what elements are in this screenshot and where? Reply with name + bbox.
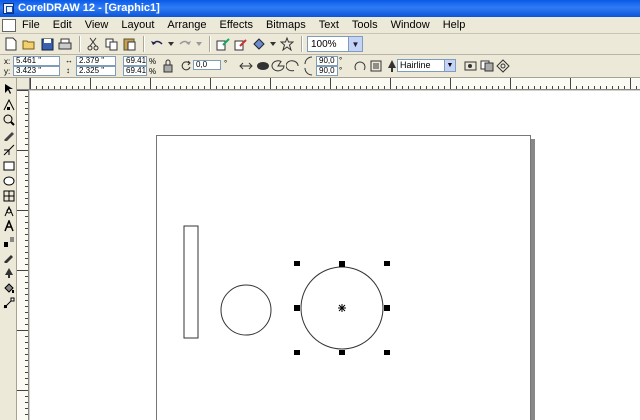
launcher-icon[interactable] — [251, 36, 267, 52]
menu-window[interactable]: Window — [391, 19, 430, 31]
menu-edit[interactable]: Edit — [53, 19, 72, 31]
zoom-level-select[interactable]: 100% ▼ — [307, 36, 363, 52]
interactive-fill-tool-icon[interactable] — [1, 296, 16, 309]
ellipse-tool-icon[interactable] — [1, 174, 16, 187]
launcher-dropdown-icon[interactable] — [269, 36, 277, 52]
to-back-icon[interactable] — [479, 58, 495, 74]
outline-tool-icon[interactable] — [1, 266, 16, 279]
lock-ratio-icon[interactable] — [160, 58, 176, 74]
zoom-tool-icon[interactable] — [1, 113, 16, 126]
rotate-icon — [178, 58, 194, 74]
export-icon[interactable] — [233, 36, 249, 52]
direction-icon[interactable] — [352, 58, 368, 74]
x-position-field[interactable]: 5.461 " — [13, 56, 60, 66]
arc-end-icon — [303, 66, 313, 76]
vertical-ruler[interactable] — [17, 90, 29, 420]
basic-shapes-tool-icon[interactable] — [1, 204, 16, 217]
zoom-level-value: 100% — [311, 38, 337, 50]
redo-dropdown-icon[interactable] — [195, 36, 203, 52]
percent-label: % — [149, 67, 157, 76]
copy-icon[interactable] — [103, 36, 119, 52]
menu-text[interactable]: Text — [319, 19, 339, 31]
toolbar-separator — [143, 36, 145, 52]
menu-bitmaps[interactable]: Bitmaps — [266, 19, 306, 31]
polygon-tool-icon[interactable] — [1, 189, 16, 202]
undo-dropdown-icon[interactable] — [167, 36, 175, 52]
undo-icon[interactable] — [149, 36, 165, 52]
degree-label: ° — [339, 66, 343, 75]
welcome-icon[interactable] — [279, 36, 295, 52]
ruler-origin[interactable] — [17, 78, 30, 90]
freehand-tool-icon[interactable] — [1, 128, 16, 141]
menu-layout[interactable]: Layout — [121, 19, 154, 31]
shape-tool-icon[interactable] — [1, 98, 16, 111]
rotation-field[interactable]: 0,0 — [193, 60, 221, 70]
toolbar-separator — [301, 36, 303, 52]
height-field[interactable]: 2.325 " — [76, 66, 116, 76]
menu-view[interactable]: View — [85, 19, 109, 31]
menu-help[interactable]: Help — [443, 19, 466, 31]
menu-effects[interactable]: Effects — [220, 19, 253, 31]
eyedropper-tool-icon[interactable] — [1, 250, 16, 263]
paste-icon[interactable] — [121, 36, 137, 52]
degree-label: ° — [339, 56, 343, 65]
pie-mode-icon[interactable] — [270, 58, 286, 74]
chevron-down-icon[interactable]: ▼ — [444, 59, 456, 72]
arc-start-icon — [303, 55, 313, 65]
window-title: CorelDRAW 12 - [Graphic1] — [18, 2, 160, 14]
chevron-down-icon[interactable]: ▼ — [348, 37, 362, 51]
smart-fill-tool-icon[interactable] — [1, 143, 16, 156]
width-arrow-icon: ↔ — [65, 56, 73, 65]
wrap-text-icon[interactable] — [368, 58, 384, 74]
property-bar: x: 5.461 " y: 3.423 " ↔ 2.379 " ↕ 2.325 … — [0, 55, 640, 78]
pick-tool-icon[interactable] — [1, 82, 16, 95]
menu-file[interactable]: File — [22, 19, 40, 31]
toolbox — [0, 78, 17, 420]
y-position-field[interactable]: 3.423 " — [13, 66, 60, 76]
redo-icon[interactable] — [177, 36, 193, 52]
scale-height-field[interactable]: 69.41 — [123, 66, 147, 76]
document-icon[interactable] — [2, 18, 16, 32]
new-icon[interactable] — [3, 36, 19, 52]
arc-end-field[interactable]: 90,0 — [316, 66, 338, 76]
menu-arrange[interactable]: Arrange — [167, 19, 206, 31]
mirror-icon[interactable] — [238, 58, 254, 74]
toolbar-separator — [79, 36, 81, 52]
scale-width-field[interactable]: 69.41 — [123, 56, 147, 66]
arc-mode-icon[interactable] — [285, 58, 301, 74]
interactive-blend-tool-icon[interactable] — [1, 235, 16, 248]
title-bar: CorelDRAW 12 - [Graphic1] — [0, 0, 640, 17]
menu-tools[interactable]: Tools — [352, 19, 378, 31]
horizontal-ruler[interactable] — [30, 78, 640, 90]
convert-outline-icon[interactable] — [495, 58, 511, 74]
arc-start-field[interactable]: 90,0 — [316, 56, 338, 66]
y-label: y: — [4, 67, 11, 76]
import-icon[interactable] — [215, 36, 231, 52]
print-icon[interactable] — [57, 36, 73, 52]
toolbar-separator — [209, 36, 211, 52]
drawing-page[interactable] — [156, 135, 531, 420]
width-field[interactable]: 2.379 " — [76, 56, 116, 66]
outline-width-select[interactable]: Hairline — [397, 59, 445, 72]
standard-toolbar: 100% ▼ — [0, 34, 640, 55]
save-icon[interactable] — [39, 36, 55, 52]
cut-icon[interactable] — [85, 36, 101, 52]
ellipse-mode-icon[interactable] — [255, 58, 271, 74]
rectangle-tool-icon[interactable] — [1, 159, 16, 172]
open-icon[interactable] — [21, 36, 37, 52]
height-arrow-icon: ↕ — [66, 66, 70, 75]
menu-bar: File Edit View Layout Arrange Effects Bi… — [0, 17, 640, 34]
percent-label: % — [149, 57, 157, 66]
app-icon — [3, 3, 14, 14]
degree-label: ° — [224, 59, 228, 68]
fill-tool-icon[interactable] — [1, 281, 16, 294]
convert-to-curves-icon[interactable] — [463, 58, 479, 74]
text-tool-icon[interactable] — [1, 219, 16, 232]
x-label: x: — [4, 57, 11, 66]
